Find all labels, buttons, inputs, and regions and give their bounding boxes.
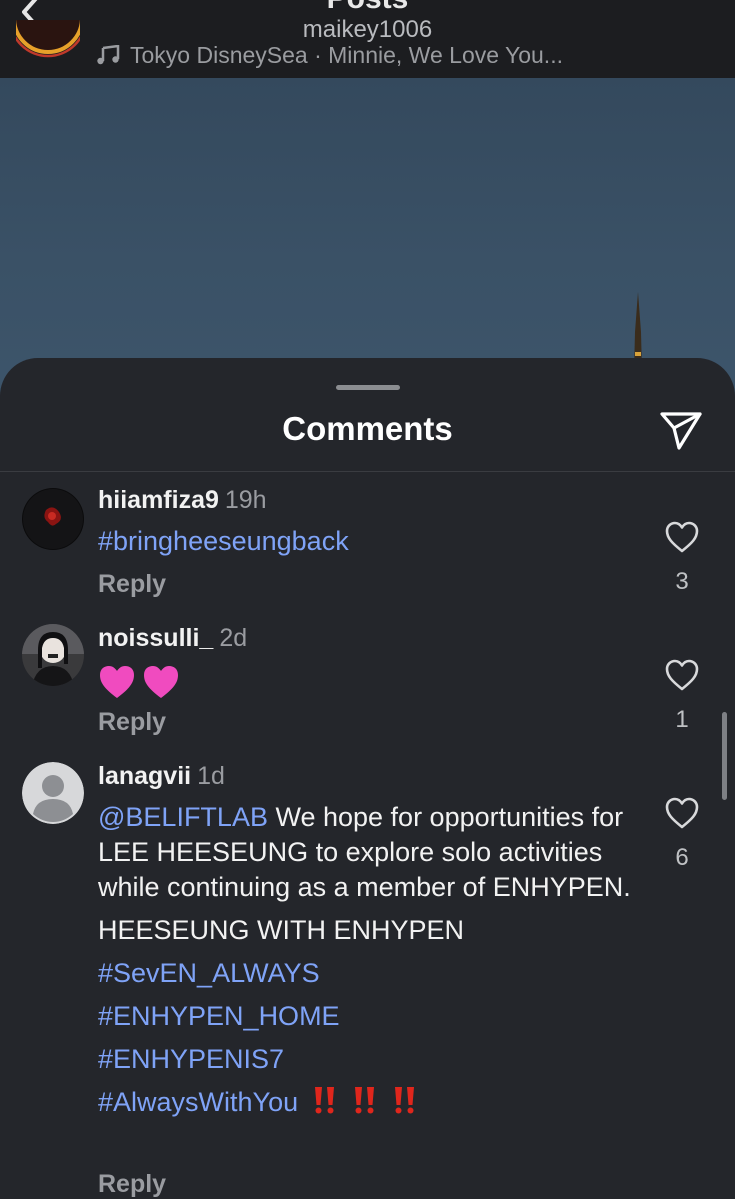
- emoji-text: [310, 1085, 420, 1115]
- comment-text: #bringheeseungback: [98, 524, 638, 559]
- like-count: 3: [675, 568, 689, 595]
- hashtag-link[interactable]: #bringheeseungback: [98, 526, 349, 556]
- hashtag-link[interactable]: #ENHYPENIS7: [98, 1042, 638, 1077]
- share-send-icon[interactable]: [656, 406, 706, 452]
- pink-heart-icon: [144, 666, 178, 698]
- comment-username[interactable]: hiiamfiza9: [98, 486, 219, 514]
- default-avatar-icon[interactable]: [22, 762, 84, 824]
- comment-time: 1d: [197, 762, 225, 790]
- comment-line: #AlwaysWithYou: [98, 1085, 638, 1120]
- reply-button[interactable]: Reply: [98, 708, 166, 737]
- comment-item: hiiamfiza9 19h #bringheeseungback Reply 3: [0, 486, 735, 616]
- hashtag-link[interactable]: #SevEN_ALWAYS: [98, 956, 638, 991]
- comment-time: 2d: [219, 624, 248, 652]
- top-bar: Posts maikey1006 Tokyo DisneySea · Minni…: [0, 0, 735, 78]
- comment-item: noissulli_ 2d Reply 1: [0, 624, 735, 754]
- comment-header: hiiamfiza9 19h: [98, 486, 267, 515]
- avatar[interactable]: [22, 624, 84, 686]
- like-count: 1: [675, 706, 689, 733]
- comment-text: @BELIFTLAB We hope for opportunities for…: [98, 800, 638, 1120]
- music-note-icon: [97, 45, 120, 65]
- comment-header: lanagvii 1d: [98, 762, 225, 791]
- comment-paragraph: @BELIFTLAB We hope for opportunities for…: [98, 800, 638, 905]
- comment-username[interactable]: noissulli_: [98, 624, 213, 652]
- heart-outline-icon[interactable]: [664, 658, 700, 692]
- comment-line: HEESEUNG WITH ENHYPEN: [98, 915, 465, 945]
- mention-link[interactable]: @BELIFTLAB: [98, 802, 268, 832]
- music-info[interactable]: Tokyo DisneySea · Minnie, We Love You...: [96, 42, 563, 69]
- comments-sheet: Comments hiiamfiza9 19h #bringheeseungbac…: [0, 358, 735, 1199]
- heart-outline-icon[interactable]: [664, 520, 700, 554]
- sheet-divider: [0, 471, 735, 472]
- reply-button[interactable]: Reply: [98, 1170, 166, 1199]
- like-count: 6: [675, 844, 689, 871]
- double-exclamation-icon: [355, 1087, 375, 1114]
- comment-username[interactable]: lanagvii: [98, 762, 191, 790]
- page-title: Posts: [0, 0, 735, 16]
- heart-outline-icon[interactable]: [664, 796, 700, 830]
- pink-heart-icon: [100, 666, 134, 698]
- sheet-title: Comments: [282, 410, 453, 447]
- comment-text: [98, 662, 638, 700]
- post-username[interactable]: maikey1006: [0, 16, 735, 44]
- sheet-grabber[interactable]: [336, 385, 400, 390]
- reply-button[interactable]: Reply: [98, 570, 166, 599]
- emoji-text: [98, 664, 638, 700]
- avatar[interactable]: [22, 488, 84, 550]
- comment-time: 19h: [224, 486, 267, 514]
- hashtag-link[interactable]: #AlwaysWithYou: [98, 1087, 298, 1117]
- comment-header: noissulli_ 2d: [98, 624, 247, 653]
- comment-item: lanagvii 1d @BELIFTLAB We hope for opport…: [0, 762, 735, 1199]
- author-avatar[interactable]: [16, 20, 80, 66]
- double-exclamation-icon: [315, 1087, 335, 1114]
- music-title: Tokyo DisneySea · Minnie, We Love You...: [130, 42, 563, 68]
- hashtag-link[interactable]: #ENHYPEN_HOME: [98, 999, 638, 1034]
- double-exclamation-icon: [395, 1087, 415, 1114]
